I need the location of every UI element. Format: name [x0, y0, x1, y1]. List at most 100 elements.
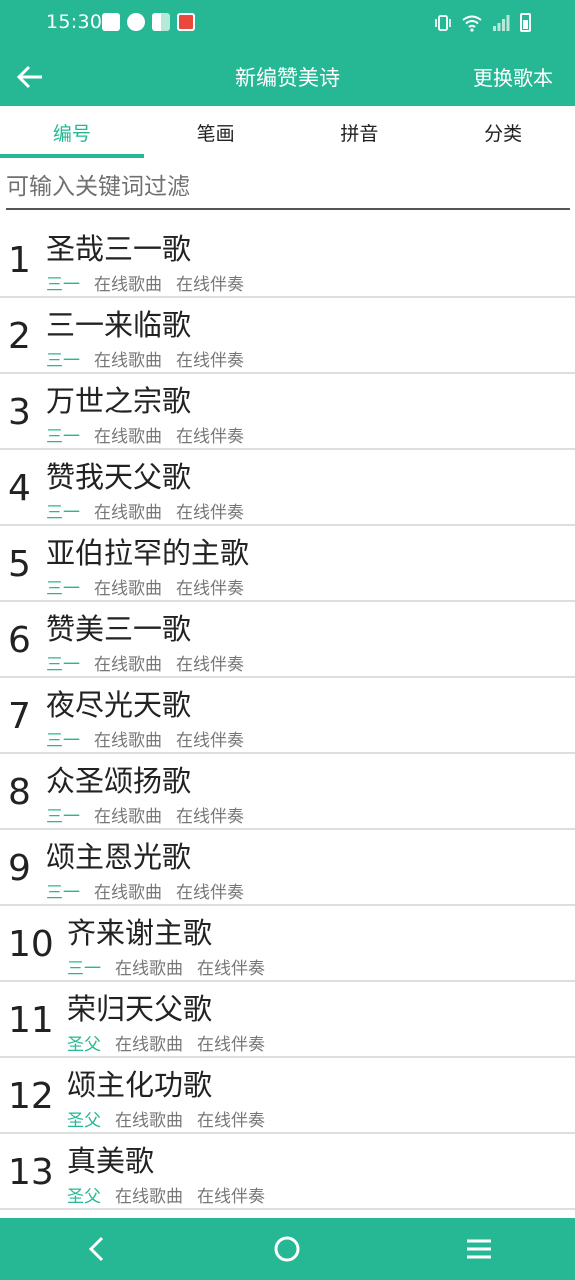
- song-title: 真美歌: [67, 1144, 155, 1178]
- song-body: 万世之宗歌 三一 在线歌曲 在线伴奏: [46, 382, 244, 447]
- song-meta: 圣父 在线歌曲 在线伴奏: [67, 1106, 265, 1131]
- song-meta: 圣父 在线歌曲 在线伴奏: [67, 1030, 265, 1055]
- online-song-link[interactable]: 在线歌曲: [94, 422, 162, 447]
- online-accompaniment-link[interactable]: 在线伴奏: [176, 802, 244, 827]
- song-category[interactable]: 圣父: [67, 1182, 101, 1207]
- song-category[interactable]: 三一: [46, 650, 80, 675]
- tab-pinyin[interactable]: 拼音: [288, 106, 432, 158]
- song-category[interactable]: 三一: [46, 498, 80, 523]
- song-row[interactable]: 2 三一来临歌 三一 在线歌曲 在线伴奏: [0, 298, 575, 374]
- online-song-link[interactable]: 在线歌曲: [115, 1182, 183, 1207]
- song-body: 颂主化功歌 圣父 在线歌曲 在线伴奏: [67, 1066, 265, 1131]
- song-category[interactable]: 三一: [46, 346, 80, 371]
- song-category[interactable]: 三一: [46, 574, 80, 599]
- song-category[interactable]: 三一: [67, 954, 101, 979]
- song-category[interactable]: 三一: [46, 878, 80, 903]
- song-number: 10: [8, 924, 54, 965]
- song-row[interactable]: 9 颂主恩光歌 三一 在线歌曲 在线伴奏: [0, 830, 575, 906]
- song-row[interactable]: 6 赞美三一歌 三一 在线歌曲 在线伴奏: [0, 602, 575, 678]
- song-row[interactable]: 8 众圣颂扬歌三一 在线歌曲 在线伴奏: [0, 754, 575, 830]
- online-accompaniment-link[interactable]: 在线伴奏: [176, 498, 244, 523]
- song-row[interactable]: 7 夜尽光天歌 三一 在线歌曲 在线伴奏: [0, 678, 575, 754]
- song-title: 三一来临歌: [46, 308, 192, 342]
- song-row[interactable]: 5 亚伯拉罕的主歌 三一 在线歌曲 在线伴奏: [0, 526, 575, 602]
- clock-icon: [127, 13, 145, 31]
- online-song-link[interactable]: 在线歌曲: [94, 726, 162, 751]
- change-songbook-button[interactable]: 更换歌本: [473, 62, 553, 91]
- nav-home-button[interactable]: [257, 1224, 317, 1274]
- online-song-link[interactable]: 在线歌曲: [94, 802, 162, 827]
- song-number: 8: [8, 772, 31, 813]
- navigation-bar: [0, 1218, 575, 1280]
- online-song-link[interactable]: 在线歌曲: [115, 1030, 183, 1055]
- online-accompaniment-link[interactable]: 在线伴奏: [176, 650, 244, 675]
- online-accompaniment-link[interactable]: 在线伴奏: [176, 422, 244, 447]
- song-row[interactable]: 11 荣归天父歌 圣父 在线歌曲 在线伴奏: [0, 982, 575, 1058]
- status-bar: 15:30: [0, 0, 575, 48]
- song-category[interactable]: 三一: [46, 726, 80, 751]
- online-accompaniment-link[interactable]: 在线伴奏: [176, 726, 244, 751]
- song-meta: 三一 在线歌曲 在线伴奏: [46, 574, 249, 599]
- song-row[interactable]: 10 齐来谢主歌三一 在线歌曲 在线伴奏: [0, 906, 575, 982]
- status-time: 15:30: [46, 11, 103, 33]
- song-category[interactable]: 圣父: [67, 1106, 101, 1131]
- online-song-link[interactable]: 在线歌曲: [115, 954, 183, 979]
- song-meta: 三一 在线歌曲 在线伴奏: [46, 802, 244, 827]
- online-accompaniment-link[interactable]: 在线伴奏: [176, 270, 244, 295]
- song-number: 9: [8, 848, 31, 889]
- song-row[interactable]: 1 圣哉三一歌 三一 在线歌曲 在线伴奏: [0, 222, 575, 298]
- online-song-link[interactable]: 在线歌曲: [115, 1106, 183, 1131]
- online-song-link[interactable]: 在线歌曲: [94, 650, 162, 675]
- song-meta: 三一 在线歌曲 在线伴奏: [46, 346, 244, 371]
- back-nav-icon: [88, 1236, 103, 1262]
- song-category[interactable]: 三一: [46, 802, 80, 827]
- online-song-link[interactable]: 在线歌曲: [94, 346, 162, 371]
- online-accompaniment-link[interactable]: 在线伴奏: [197, 954, 265, 979]
- song-body: 颂主恩光歌 三一 在线歌曲 在线伴奏: [46, 838, 244, 903]
- online-accompaniment-link[interactable]: 在线伴奏: [176, 878, 244, 903]
- song-meta: 三一 在线歌曲 在线伴奏: [46, 726, 244, 751]
- song-number: 12: [8, 1076, 54, 1117]
- song-meta: 三一 在线歌曲 在线伴奏: [46, 650, 244, 675]
- battery-icon: [520, 13, 531, 32]
- song-title: 众圣颂扬歌: [46, 764, 192, 798]
- song-row[interactable]: 4 赞我天父歌 三一 在线歌曲 在线伴奏: [0, 450, 575, 526]
- tab-category[interactable]: 分类: [431, 106, 575, 158]
- song-meta: 三一 在线歌曲 在线伴奏: [67, 954, 265, 979]
- song-body: 真美歌圣父 在线歌曲 在线伴奏: [67, 1142, 265, 1207]
- song-title: 齐来谢主歌: [67, 916, 213, 950]
- home-nav-icon: [274, 1236, 300, 1262]
- online-song-link[interactable]: 在线歌曲: [94, 270, 162, 295]
- online-accompaniment-link[interactable]: 在线伴奏: [176, 346, 244, 371]
- online-song-link[interactable]: 在线歌曲: [94, 878, 162, 903]
- song-row[interactable]: 3 万世之宗歌 三一 在线歌曲 在线伴奏: [0, 374, 575, 450]
- song-number: 3: [8, 392, 31, 433]
- nav-menu-button[interactable]: [449, 1224, 509, 1274]
- online-accompaniment-link[interactable]: 在线伴奏: [197, 1106, 265, 1131]
- song-row[interactable]: 12 颂主化功歌 圣父 在线歌曲 在线伴奏: [0, 1058, 575, 1134]
- tab-strokes[interactable]: 笔画: [144, 106, 288, 158]
- song-row[interactable]: 13 真美歌 圣父 在线歌曲 在线伴奏: [0, 1134, 575, 1210]
- song-category[interactable]: 圣父: [67, 1030, 101, 1055]
- system-icons: [434, 13, 531, 32]
- song-title: 圣哉三一歌: [46, 232, 192, 266]
- nav-back-button[interactable]: [66, 1224, 126, 1274]
- online-song-link[interactable]: 在线歌曲: [94, 574, 162, 599]
- song-meta: 三一 在线歌曲 在线伴奏: [46, 422, 244, 447]
- song-body: 赞我天父歌 三一 在线歌曲 在线伴奏: [46, 458, 244, 523]
- song-list: 1 圣哉三一歌 三一 在线歌曲 在线伴奏 2 三一来临歌 三一 在线歌曲 在线伴奏 3 万世之宗歌 三一…: [0, 222, 575, 1210]
- screen: 15:30 新编赞美诗 更换歌本 编号 笔画 拼音 分类 可输入关键词过滤 1 …: [0, 0, 575, 1280]
- apple-icon: [177, 13, 195, 31]
- online-song-link[interactable]: 在线歌曲: [94, 498, 162, 523]
- online-accompaniment-link[interactable]: 在线伴奏: [197, 1182, 265, 1207]
- song-number: 6: [8, 620, 31, 661]
- online-accompaniment-link[interactable]: 在线伴奏: [197, 1030, 265, 1055]
- song-category[interactable]: 三一: [46, 422, 80, 447]
- song-category[interactable]: 三一: [46, 270, 80, 295]
- filter-input[interactable]: [6, 166, 570, 210]
- song-meta: 三一 在线歌曲 在线伴奏: [46, 270, 244, 295]
- online-accompaniment-link[interactable]: 在线伴奏: [176, 574, 244, 599]
- song-meta: 三一 在线歌曲 在线伴奏: [46, 498, 244, 523]
- song-meta: 三一 在线歌曲 在线伴奏: [46, 878, 244, 903]
- tab-number[interactable]: 编号: [0, 106, 144, 158]
